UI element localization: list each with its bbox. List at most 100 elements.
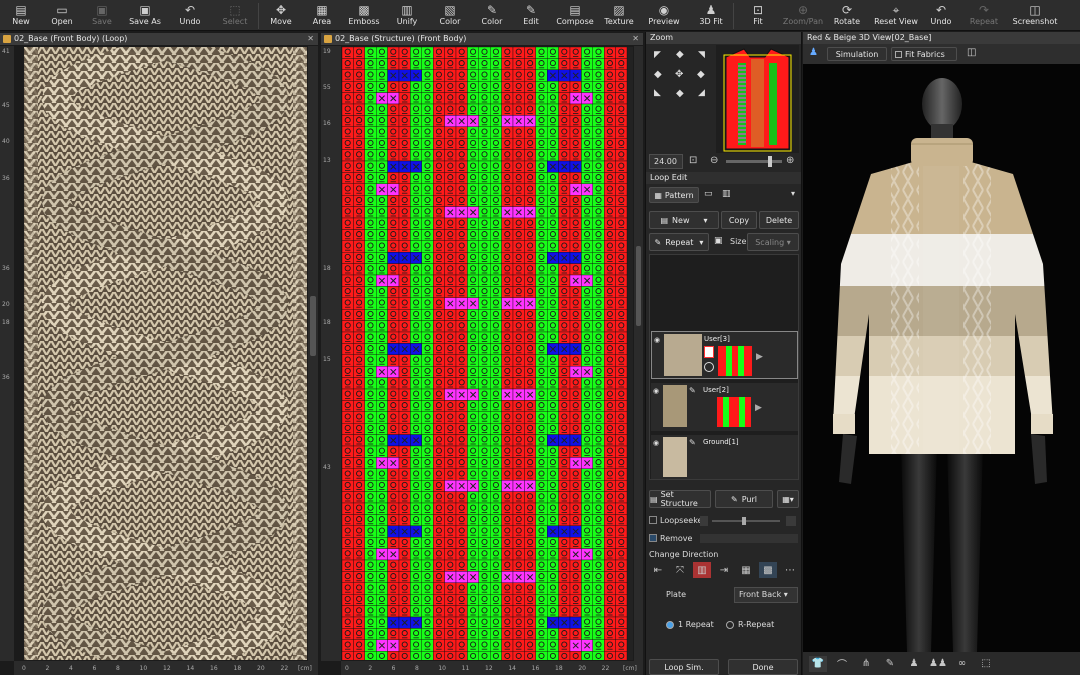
loopseeker-minus[interactable] (700, 516, 708, 526)
emboss-button[interactable]: ▩ Emboss (341, 0, 387, 30)
3d-avatar-render[interactable] (803, 64, 1080, 652)
simulation-button[interactable]: Simulation (827, 47, 887, 61)
direction-right-icon[interactable]: ⇥ (715, 562, 733, 578)
reset-view-button[interactable]: ⌖ Reset View (870, 0, 922, 30)
move-button[interactable]: ✥ Move (259, 0, 303, 30)
preview-button[interactable]: ◉ Preview (639, 0, 689, 30)
purl-button[interactable]: ✎ Purl (715, 490, 773, 508)
pan-left-icon[interactable]: ◆ (654, 69, 662, 80)
remove-value-bar[interactable] (700, 534, 798, 543)
expand-arrow-icon[interactable]: ▶ (755, 403, 762, 413)
zoom-in-icon[interactable]: ⊕ (786, 155, 794, 166)
eye-icon[interactable]: ◉ (653, 387, 659, 395)
fit-zoom-icon[interactable]: ⊡ (689, 155, 697, 166)
loopseeker-plus[interactable] (786, 516, 796, 526)
pan-down-icon[interactable]: ◆ (676, 88, 684, 99)
direction-left-icon[interactable]: ⇤ (649, 562, 667, 578)
one-repeat-radio[interactable] (666, 621, 674, 629)
zoom-slider[interactable] (726, 156, 782, 167)
eye-icon[interactable]: ◉ (654, 336, 660, 344)
pan-up-icon[interactable]: ◆ (676, 49, 684, 60)
zoom-pan-button[interactable]: ⊕ Zoom/Pan (782, 0, 824, 30)
structure-grid-view[interactable] (342, 47, 633, 660)
loop-knit-view[interactable] (24, 47, 307, 660)
delete-button[interactable]: Delete (759, 211, 799, 229)
save-as-button[interactable]: ▣ Save As (122, 0, 168, 30)
link-icon[interactable]: ∞ (953, 656, 971, 672)
repeat-button[interactable]: ✎ Repeat ▾ (649, 233, 709, 251)
set-structure-button[interactable]: ▤ Set Structure (649, 490, 711, 508)
slider-thumb[interactable] (742, 517, 746, 525)
expand-arrow-icon[interactable]: ▶ (756, 352, 763, 362)
rotate-button[interactable]: ⟳ Rotate (824, 0, 870, 30)
zoom-thumbnail[interactable] (716, 45, 799, 153)
layout-icon[interactable]: ◫ (967, 47, 976, 58)
scrollbar-thumb[interactable] (310, 296, 316, 356)
undo-button[interactable]: ↶ Undo (168, 0, 212, 30)
color-button[interactable]: ✎ Color (473, 0, 511, 30)
remove-checkbox[interactable] (649, 534, 657, 542)
direction-cross-icon[interactable]: ⤧ (671, 562, 689, 578)
hanger-icon[interactable]: ⌒ (833, 656, 851, 672)
3d-fit-button[interactable]: ♟ 3D Fit (689, 0, 733, 30)
zoom-level-select[interactable]: 24.00 ▾ (649, 154, 683, 180)
pan-down-left-icon[interactable]: ◣ (654, 88, 661, 98)
done-button[interactable]: Done (728, 659, 798, 675)
zoom-slider-thumb[interactable] (768, 156, 772, 167)
pan-center-icon[interactable]: ✥ (675, 69, 683, 80)
loop-scrollbar[interactable] (308, 46, 318, 661)
scaling-button[interactable]: Scaling ▾ (747, 233, 799, 251)
fit-button[interactable]: ⊡ Fit (734, 0, 782, 30)
stitch-icon[interactable]: ⋔ (857, 656, 875, 672)
compose-button[interactable]: ▤ Compose (551, 0, 599, 30)
close-icon[interactable]: ✕ (632, 33, 639, 45)
loop-sim-button[interactable]: Loop Sim. (649, 659, 719, 675)
area-button[interactable]: ▦ Area (303, 0, 341, 30)
plate-select[interactable]: Front Back ▾ (734, 587, 798, 603)
eye-icon[interactable]: ◉ (653, 439, 659, 447)
avatar-pair-icon[interactable]: ♟♟ (929, 656, 947, 672)
save-button[interactable]: ▣ Save (82, 0, 122, 30)
direction-highlight-icon[interactable]: ▥ (693, 562, 711, 578)
pattern-button[interactable]: ▦ Pattern (649, 187, 699, 203)
pan-up-left-icon[interactable]: ◤ (654, 50, 661, 60)
color-button[interactable]: ▧ Color (427, 0, 473, 30)
fit-fabrics-checkbox[interactable] (895, 50, 902, 58)
scrollbar-thumb[interactable] (636, 246, 641, 326)
repeat-button[interactable]: ↷ Repeat (960, 0, 1008, 30)
pan-right-icon[interactable]: ◆ (697, 69, 705, 80)
library-icon[interactable]: ▥ (722, 189, 731, 199)
copy-button[interactable]: Copy (721, 211, 757, 229)
r-repeat-radio[interactable] (726, 621, 734, 629)
unify-button[interactable]: ▥ Unify (387, 0, 427, 30)
new-button[interactable]: ▤ New (0, 0, 42, 30)
structure-scrollbar[interactable] (634, 46, 643, 661)
layer-item[interactable]: ◉ ✎ User[2] ▶ (651, 383, 798, 431)
select-button[interactable]: ⬚ Select (212, 0, 258, 30)
pan-up-right-icon[interactable]: ◥ (698, 50, 705, 60)
layer-item[interactable]: ◉ ✎ Ground[1] (651, 435, 798, 479)
new-layer-button[interactable]: ▤ New ▾ (649, 211, 719, 229)
garment-icon[interactable]: 👕 (809, 655, 827, 672)
texture-button[interactable]: ▨ Texture (599, 0, 639, 30)
pan-down-right-icon[interactable]: ◢ (698, 88, 705, 98)
dropdown-arrow-icon[interactable]: ▾ (791, 189, 795, 198)
loopseeker-checkbox[interactable] (649, 516, 657, 524)
view-cube-icon[interactable]: ⬚ (977, 656, 995, 672)
undo-button[interactable]: ↶ Undo (922, 0, 960, 30)
screenshot-button[interactable]: ◫ Screenshot (1008, 0, 1062, 30)
panel-pin-icon[interactable] (3, 35, 11, 43)
layer-item[interactable]: ◉ User[3] ▶ (651, 331, 798, 379)
open-button[interactable]: ▭ Open (42, 0, 82, 30)
grid-options-button[interactable]: ▦▾ (777, 490, 799, 508)
panel-pin-icon[interactable] (324, 35, 332, 43)
pen-icon[interactable]: ✎ (881, 656, 899, 672)
loopseeker-slider[interactable] (712, 517, 780, 525)
avatar-pose-icon[interactable]: ♟ (905, 656, 923, 672)
edit-button[interactable]: ✎ Edit (511, 0, 551, 30)
direction-more-icon[interactable]: ⋯ (781, 562, 799, 578)
fit-fabrics-toggle[interactable]: Fit Fabrics (891, 47, 957, 61)
zoom-out-icon[interactable]: ⊖ (710, 155, 718, 166)
open-folder-icon[interactable]: ▭ (704, 189, 713, 199)
close-icon[interactable]: ✕ (307, 33, 314, 45)
